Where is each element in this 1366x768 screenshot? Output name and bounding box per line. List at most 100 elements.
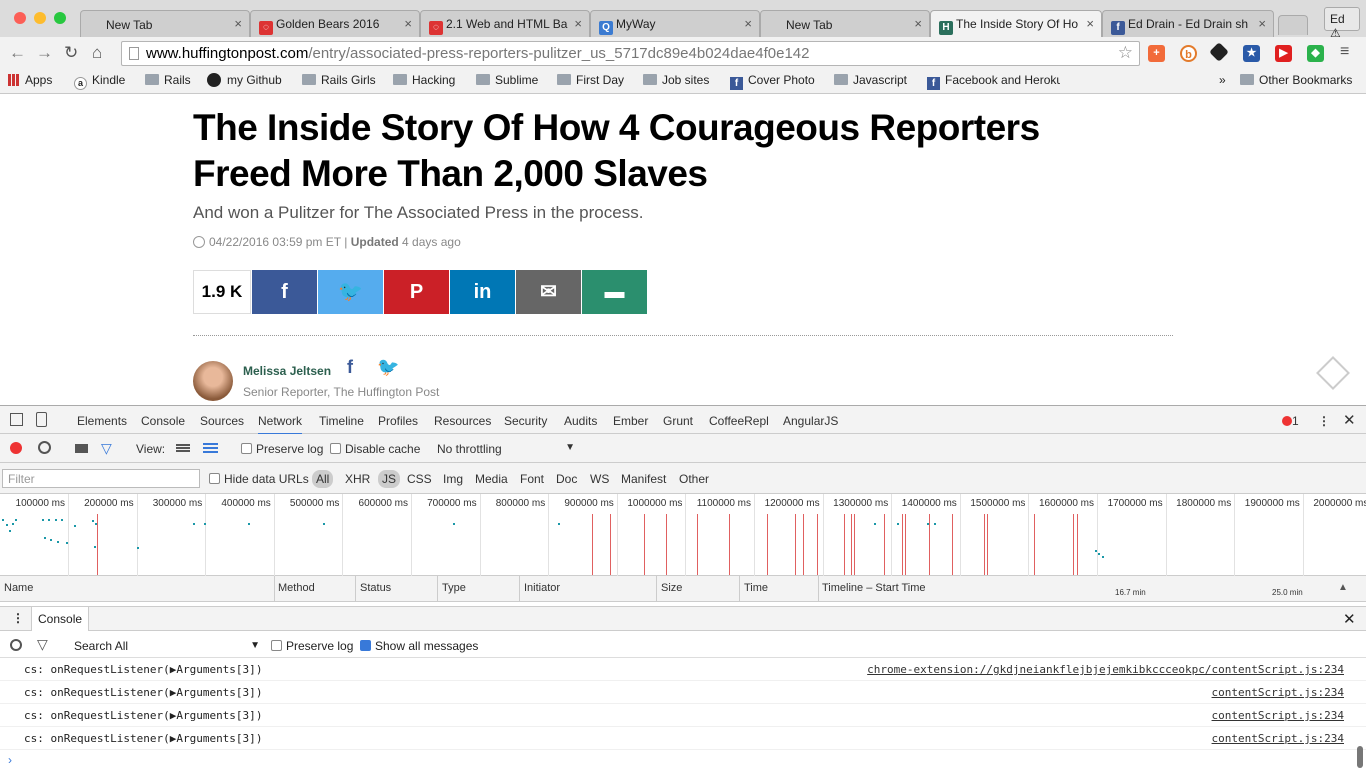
error-indicator[interactable]: 1 [1282, 414, 1299, 428]
address-bar[interactable]: www.huffingtonpost.com/entry/associated-… [121, 41, 1140, 66]
bookmark-apps[interactable]: Apps [8, 73, 52, 87]
bookmark-kindle[interactable]: a Kindle [74, 73, 125, 90]
overview-icon[interactable] [203, 443, 218, 453]
home-icon[interactable]: ⌂ [92, 43, 102, 63]
devtools-tab-resources[interactable]: Resources [434, 414, 491, 428]
close-window-button[interactable] [14, 12, 26, 24]
close-icon[interactable]: × [234, 16, 242, 31]
column-initiator[interactable]: Initiator [524, 582, 560, 594]
console-source-link[interactable]: contentScript.js:234 [1212, 732, 1344, 745]
filter-type-doc[interactable]: Doc [556, 472, 577, 486]
filter-type-all[interactable]: All [312, 470, 334, 488]
column-name[interactable]: Name [4, 582, 33, 594]
column-type[interactable]: Type [442, 582, 466, 594]
preserve-log-checkbox[interactable]: Preserve log [241, 442, 323, 456]
throttling-select[interactable]: No throttling ▼ [437, 442, 575, 456]
browser-tab[interactable]: ◌ 2.1 Web and HTML Ba × [420, 10, 590, 37]
share-linkedin-button[interactable]: in [450, 270, 515, 314]
maximize-window-button[interactable] [54, 12, 66, 24]
filter-type-js[interactable]: JS [378, 470, 401, 488]
author-twitter-icon[interactable]: 🐦 [377, 357, 399, 378]
console-prompt[interactable]: › [8, 753, 12, 767]
browser-tab[interactable]: Q MyWay × [590, 10, 760, 37]
close-icon[interactable]: × [1258, 16, 1266, 31]
extension-git-icon[interactable] [1209, 42, 1229, 62]
disable-cache-checkbox[interactable]: Disable cache [330, 442, 420, 456]
bookmark-cover-photo[interactable]: f Cover Photo [730, 73, 815, 90]
console-source-link[interactable]: contentScript.js:234 [1212, 686, 1344, 699]
capture-screenshots-icon[interactable] [75, 444, 88, 453]
filter-type-manifest[interactable]: Manifest [621, 472, 666, 486]
back-icon[interactable]: ← [9, 43, 26, 63]
hide-data-urls-checkbox[interactable]: Hide data URLs [209, 472, 309, 486]
share-facebook-button[interactable]: f [252, 270, 317, 314]
feed-icon[interactable] [1316, 356, 1350, 390]
extension-youtube-icon[interactable]: ▶ [1275, 45, 1292, 62]
browser-tab[interactable]: New Tab × [760, 10, 930, 37]
bookmark-first-day[interactable]: First Day [557, 73, 624, 87]
profile-button[interactable]: Ed ⚠ [1324, 7, 1360, 40]
devtools-tab-sources[interactable]: Sources [200, 414, 244, 428]
extension-feedly-icon[interactable]: ◆ [1307, 45, 1324, 62]
filter-type-other[interactable]: Other [679, 472, 709, 486]
close-icon[interactable]: × [1086, 16, 1094, 31]
bookmark-rails-girls[interactable]: Rails Girls [302, 73, 376, 87]
share-pinterest-button[interactable]: P [384, 270, 449, 314]
share-email-button[interactable]: ✉ [516, 270, 581, 314]
devtools-tab-elements[interactable]: Elements [77, 414, 127, 428]
filter-type-media[interactable]: Media [475, 472, 508, 486]
filter-type-ws[interactable]: WS [590, 472, 609, 486]
column-status[interactable]: Status [360, 582, 391, 594]
author-name[interactable]: Melissa Jeltsen [243, 364, 331, 378]
share-twitter-button[interactable]: 🐦 [318, 270, 383, 314]
message-args[interactable]: Arguments[3] [176, 663, 255, 676]
bookmark-hacking[interactable]: Hacking [393, 73, 455, 87]
clear-console-icon[interactable] [10, 639, 22, 651]
close-devtools-icon[interactable]: ✕ [1343, 411, 1356, 429]
other-bookmarks[interactable]: Other Bookmarks [1240, 73, 1352, 87]
column-timeline[interactable]: Timeline – Start Time [822, 582, 926, 594]
devtools-tab-console[interactable]: Console [141, 414, 185, 428]
reload-icon[interactable]: ↻ [64, 43, 78, 63]
close-icon[interactable]: × [574, 16, 582, 31]
large-rows-icon[interactable] [176, 444, 190, 452]
bookmark-sublime[interactable]: Sublime [476, 73, 538, 87]
filter-type-font[interactable]: Font [520, 472, 544, 486]
bookmark-my-github[interactable]: my Github [207, 73, 282, 87]
device-mode-icon[interactable] [36, 412, 47, 427]
console-scrollbar[interactable] [1357, 746, 1363, 768]
new-tab-button[interactable] [1278, 15, 1308, 35]
bookmark-job-sites[interactable]: Job sites [643, 73, 709, 87]
devtools-tab-security[interactable]: Security [504, 414, 547, 428]
browser-tab-active[interactable]: H The Inside Story Of Ho × [930, 10, 1102, 37]
message-args[interactable]: Arguments[3] [176, 709, 255, 722]
clear-icon[interactable] [38, 441, 51, 454]
devtools-tab-angularjs[interactable]: AngularJS [783, 414, 838, 428]
extension-plus-icon[interactable]: + [1148, 45, 1165, 62]
bookmark-rails[interactable]: Rails [145, 73, 191, 87]
browser-tab[interactable]: f Ed Drain - Ed Drain sh × [1102, 10, 1274, 37]
browser-tab[interactable]: New Tab × [80, 10, 250, 37]
devtools-tab-grunt[interactable]: Grunt [663, 414, 693, 428]
bookmark-star-icon[interactable]: ☆ [1118, 43, 1133, 63]
minimize-window-button[interactable] [34, 12, 46, 24]
close-icon[interactable]: × [404, 16, 412, 31]
sort-ascending-icon[interactable]: ▲ [1338, 582, 1348, 593]
column-size[interactable]: Size [661, 582, 682, 594]
filter-icon[interactable]: ▽ [101, 440, 112, 457]
bookmarks-overflow-button[interactable]: » [1219, 73, 1226, 87]
menu-icon[interactable]: ≡ [1340, 43, 1349, 61]
show-all-messages-checkbox[interactable]: Show all messages [360, 639, 478, 653]
close-icon[interactable]: × [914, 16, 922, 31]
column-method[interactable]: Method [278, 582, 315, 594]
avatar[interactable] [193, 361, 233, 401]
console-preserve-log-checkbox[interactable]: Preserve log [271, 639, 353, 653]
drawer-tab-console[interactable]: Console [31, 607, 90, 631]
record-icon[interactable] [10, 442, 22, 454]
bookmark-facebook-heroku[interactable]: f Facebook and Heroku [927, 73, 1060, 90]
network-overview[interactable]: 100000 ms 200000 ms 300000 ms 400000 ms 5000… [0, 494, 1366, 576]
browser-tab[interactable]: ◌ Golden Bears 2016 × [250, 10, 420, 37]
console-context-select[interactable]: Search All ▼ [74, 639, 260, 653]
inspect-element-icon[interactable] [10, 413, 23, 426]
extension-b-icon[interactable]: b [1180, 45, 1197, 62]
